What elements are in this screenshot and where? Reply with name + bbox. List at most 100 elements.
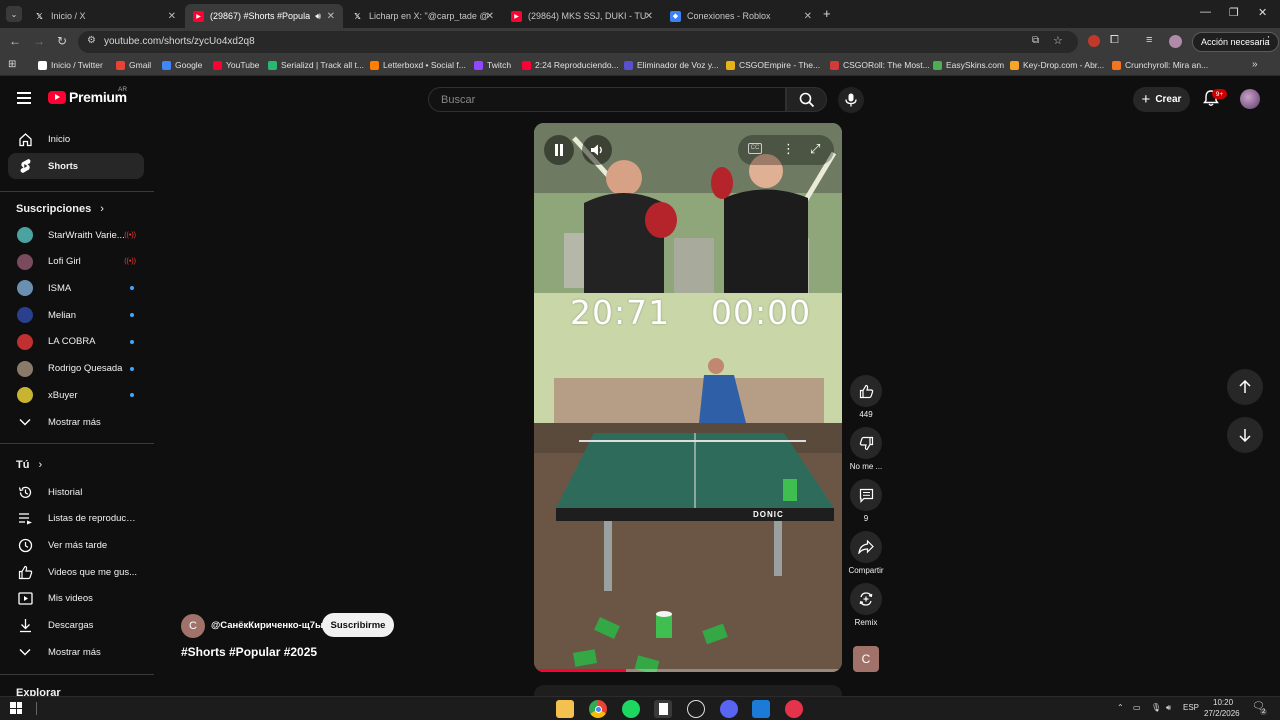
file-explorer-icon[interactable] [556,700,574,718]
site-info-icon[interactable]: ⚙ [87,35,96,46]
captions-icon[interactable]: CC [748,143,762,154]
discord-icon[interactable] [720,700,738,718]
tab-roblox[interactable]: ◆ Conexiones - Roblox ✕ [662,4,820,28]
app-red-icon[interactable] [785,700,803,718]
like-button[interactable] [850,375,882,407]
bookmark-item[interactable]: YouTube [213,60,259,70]
bookmark-item[interactable]: EasySkins.com [933,60,1004,70]
sound-source-thumbnail[interactable]: C [853,646,879,672]
sidebar-item-you[interactable]: Mis videos [8,586,144,612]
search-input[interactable]: Buscar [428,87,786,112]
sidebar-subscription-item[interactable]: ISMA [8,275,144,301]
sidebar-item-you[interactable]: Listas de reproducc... [8,506,144,532]
account-avatar[interactable] [1240,89,1260,109]
windows-start-icon[interactable] [10,702,22,714]
subscribe-button[interactable]: Suscribirme [322,613,394,637]
sidebar-subscription-item[interactable]: StarWraith Varie... ((•)) [8,222,144,248]
restore-icon[interactable]: ❐ [1229,6,1239,19]
next-short-button[interactable] [1227,417,1263,453]
notepad-icon[interactable] [654,700,672,718]
more-bookmarks-icon[interactable]: » [1252,59,1258,70]
sidebar-item-you[interactable]: Descargas [8,613,144,639]
sidebar-item-shorts[interactable]: Shorts [8,153,144,179]
extensions-puzzle-icon[interactable]: ⧠ [1110,34,1119,47]
microphone-tray-icon[interactable]: 🎙︎ [1151,703,1161,712]
sidebar-show-more-you[interactable]: Mostrar más [8,639,144,665]
chrome-icon[interactable] [589,700,607,718]
omnibox[interactable]: ⚙ youtube.com/shorts/zycUo4xd2q8 ⧉ ☆ [78,31,1078,53]
sidebar-show-more-subscriptions[interactable]: Mostrar más [8,409,144,435]
sidebar-subscription-item[interactable]: Rodrigo Quesada [8,356,144,382]
tab-search-icon[interactable]: ⌄ [6,6,22,22]
previous-short-button[interactable] [1227,369,1263,405]
bookmark-item[interactable]: Letterboxd • Social f... [370,60,466,70]
you-heading[interactable]: Tú › [16,459,42,471]
sidebar-subscription-item[interactable]: Melian [8,302,144,328]
sidebar-subscription-item[interactable]: Lofi Girl ((•)) [8,249,144,275]
browser-menu-icon[interactable]: ⋮ [1263,34,1274,47]
apps-grid-icon[interactable]: ⊞ [8,59,16,70]
tray-chevron-icon[interactable]: ⌃ [1117,703,1124,712]
bookmark-item[interactable]: Key-Drop.com - Abr... [1010,60,1104,70]
language-indicator[interactable]: ESP [1183,703,1199,712]
close-tab-icon[interactable]: ✕ [168,11,176,22]
more-options-icon[interactable]: ⋮ [782,141,795,157]
bookmark-item[interactable]: Twitch [474,60,511,70]
video-progress-bar[interactable] [534,669,842,672]
bookmark-item[interactable]: Crunchyroll: Mira an... [1112,60,1208,70]
bookmark-item[interactable]: Inicio / Twitter [38,60,103,70]
tab-youtube-shorts[interactable]: ▶ (29867) #Shorts #Popular # 🔊︎ ✕ [185,4,343,28]
voice-search-button[interactable] [838,87,864,113]
bookmark-item[interactable]: CSGOEmpire - The... [726,60,820,70]
fullscreen-icon[interactable]: ⤢ [810,141,820,157]
volume-tray-icon[interactable]: 🔊︎ [1166,703,1171,713]
back-icon[interactable]: ← [9,34,21,48]
extension-icon[interactable] [1088,35,1100,47]
shorts-video-player[interactable]: CC ⋮ ⤢ 20:71 00:00 DONIC [534,123,842,672]
comments-button[interactable] [850,479,882,511]
tab-inicio-x[interactable]: 𝕏 Inicio / X ✕ [26,4,184,28]
reload-icon[interactable]: ↻ [57,34,67,48]
media-controls-icon[interactable]: ≡ [1146,34,1152,46]
audio-playing-icon[interactable]: 🔊︎ [315,11,321,22]
terminal-icon[interactable] [752,700,770,718]
youtube-premium-logo[interactable]: Premium AR [48,86,127,105]
share-button[interactable] [850,531,882,563]
sidebar-item-you[interactable]: Ver más tarde [8,532,144,558]
channel-name[interactable]: @СанёкКириченко-щ7ы [211,620,323,631]
steam-icon[interactable] [687,700,705,718]
volume-button[interactable] [582,135,612,165]
close-tab-icon[interactable]: ✕ [804,11,812,22]
profile-avatar-icon[interactable] [1169,35,1182,48]
pause-button[interactable] [544,135,574,165]
sidebar-item-you[interactable]: Videos que me gus... [8,559,144,585]
bookmark-item[interactable]: Google [162,60,202,70]
network-icon[interactable]: ▭ [1133,703,1141,712]
hamburger-menu-icon[interactable] [17,92,31,104]
spotify-icon[interactable] [622,700,640,718]
channel-avatar[interactable]: C [181,614,205,638]
dislike-button[interactable] [850,427,882,459]
bookmark-star-icon[interactable]: ☆ [1053,34,1063,47]
minimize-icon[interactable]: — [1200,6,1211,18]
sidebar-subscription-item[interactable]: xBuyer [8,382,144,408]
sidebar-subscription-item[interactable]: LA COBRA [8,329,144,355]
remix-button[interactable] [850,583,882,615]
search-button[interactable] [786,87,827,112]
tab-licharp-x[interactable]: 𝕏 Licharp en X: "@carp_tade @SI ✕ [344,4,502,28]
forward-icon[interactable]: → [33,34,45,48]
clock-date[interactable]: 27/2/2026 [1204,709,1240,718]
bookmark-item[interactable]: Eliminador de Voz y... [624,60,719,70]
bookmark-item[interactable]: 2:24 Reproduciendo... [522,60,619,70]
install-app-icon[interactable]: ⧉ [1032,35,1039,46]
subscriptions-heading[interactable]: Suscripciones › [16,203,104,215]
close-window-icon[interactable]: ✕ [1258,6,1267,19]
close-tab-icon[interactable]: ✕ [486,11,494,22]
close-tab-icon[interactable]: ✕ [645,11,653,22]
close-tab-icon[interactable]: ✕ [327,11,335,22]
sidebar-item-inicio[interactable]: Inicio [8,126,144,152]
bookmark-item[interactable]: Gmail [116,60,151,70]
tab-youtube-music[interactable]: ▶ (29864) MKS SSJ, DUKI - TU SIL ✕ [503,4,661,28]
new-tab-icon[interactable]: + [823,6,831,21]
clock-time[interactable]: 10:20 [1213,698,1233,707]
